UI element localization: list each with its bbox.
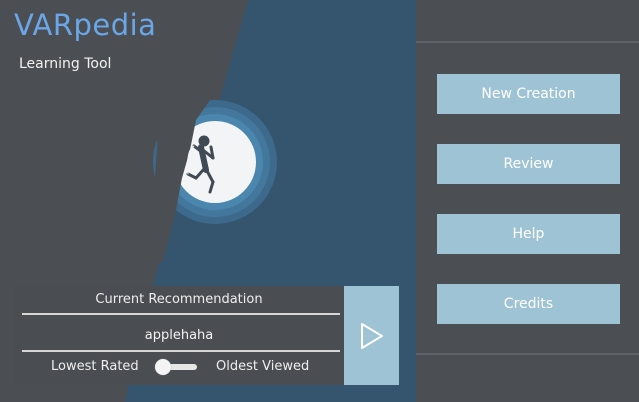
right-pane: New Creation Review Help Credits <box>416 0 639 402</box>
toggle-right-label: Oldest Viewed <box>216 359 310 374</box>
help-button[interactable]: Help <box>437 214 620 254</box>
play-button[interactable] <box>344 286 399 385</box>
recommendation-panel: Current Recommendation applehaha Lowest … <box>14 286 344 385</box>
play-icon <box>360 322 383 349</box>
recommendation-toggle[interactable] <box>155 359 199 375</box>
divider <box>416 41 639 43</box>
app-title: VARpedia <box>14 8 157 42</box>
divider <box>416 353 639 355</box>
recommendation-header: Current Recommendation <box>95 292 263 307</box>
toggle-left-label: Lowest Rated <box>51 359 139 374</box>
toggle-knob[interactable] <box>155 359 171 375</box>
divider <box>22 350 340 352</box>
divider <box>22 313 340 315</box>
credits-button[interactable]: Credits <box>437 284 620 324</box>
new-creation-button[interactable]: New Creation <box>437 74 620 114</box>
review-button[interactable]: Review <box>437 144 620 184</box>
recommendation-value: applehaha <box>144 328 214 343</box>
app-subtitle: Learning Tool <box>19 56 112 72</box>
